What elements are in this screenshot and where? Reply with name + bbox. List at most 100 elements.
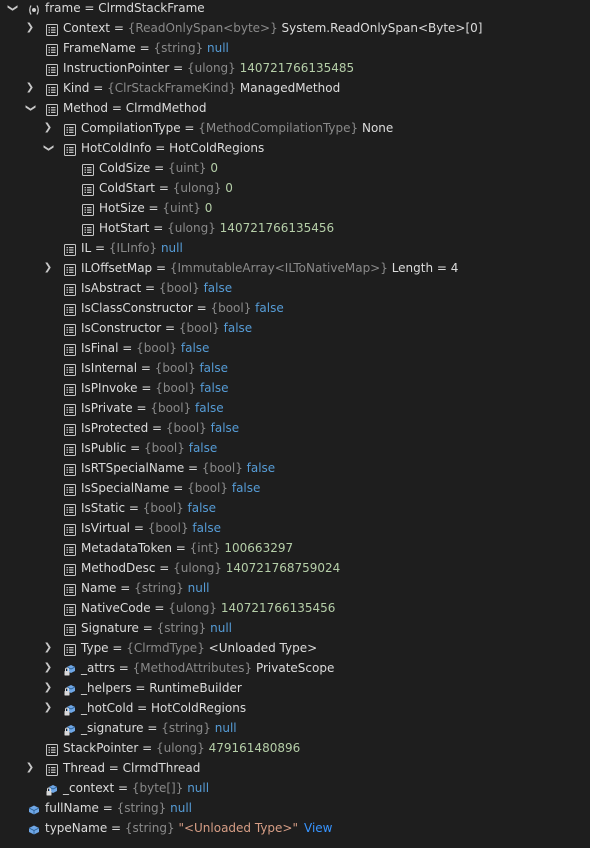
- variable-value: false: [246, 461, 276, 475]
- tree-row-field-context[interactable]: _context = {byte[]} null: [0, 778, 590, 798]
- tree-row-isrtspecialname[interactable]: IsRTSpecialName = {bool} false: [0, 458, 590, 478]
- collapsed-chevron-icon[interactable]: ❯: [24, 18, 36, 38]
- collapsed-chevron-icon[interactable]: ❯: [42, 678, 54, 698]
- field-icon: [28, 802, 40, 815]
- tree-row-instructionpointer[interactable]: InstructionPointer = {ulong} 14072176613…: [0, 58, 590, 78]
- tree-row-isabstract[interactable]: IsAbstract = {bool} false: [0, 278, 590, 298]
- property-icon: [64, 142, 76, 156]
- property-icon: [64, 582, 76, 596]
- expanded-chevron-icon[interactable]: ❯: [2, 2, 22, 14]
- row-text: InstructionPointer = {ulong} 14072176613…: [63, 58, 354, 78]
- property-icon: [82, 202, 94, 216]
- tree-row-isfinal[interactable]: IsFinal = {bool} false: [0, 338, 590, 358]
- tree-row-method[interactable]: ❯ Method = ClrmdMethod: [0, 98, 590, 118]
- equals-sign: =: [151, 141, 170, 155]
- variable-value: 140721768759024: [225, 561, 341, 575]
- tree-row-thread[interactable]: ❯ Thread = ClrmdThread: [0, 758, 590, 778]
- tree-row-iloffsetmap[interactable]: ❯ ILOffsetMap = {ImmutableArray<ILToNativ…: [0, 258, 590, 278]
- equals-sign: =: [171, 541, 190, 555]
- variable-name: MethodDesc: [81, 561, 156, 575]
- variable-value: false: [199, 361, 228, 375]
- tree-row-frame[interactable]: ❯ frame = ClrmdStackFrame: [0, 0, 590, 18]
- variable-value: false: [180, 341, 210, 355]
- equals-sign: =: [184, 461, 202, 475]
- collapsed-chevron-icon[interactable]: ❯: [24, 78, 36, 98]
- view-link[interactable]: View: [304, 821, 332, 835]
- collapsed-chevron-icon[interactable]: ❯: [42, 638, 54, 658]
- variable-value: "<Unloaded Type>": [178, 821, 298, 835]
- row-text: MetadataToken = {int} 100663297: [81, 538, 293, 558]
- tree-row-typename[interactable]: typeName = {string} "<Unloaded Type>" Vie…: [0, 818, 590, 838]
- property-icon: [82, 182, 94, 196]
- tree-row-field-signature[interactable]: _signature = {string} null: [0, 718, 590, 738]
- tree-row-kind[interactable]: ❯ Kind = {ClrStackFrameKind} ManagedMetho…: [0, 78, 590, 98]
- variable-value: 479161480896: [208, 741, 301, 755]
- tree-row-isspecialname[interactable]: IsSpecialName = {bool} false: [0, 478, 590, 498]
- variable-name: IsProtected: [81, 421, 149, 435]
- tree-row-methoddesc[interactable]: MethodDesc = {ulong} 140721768759024: [0, 558, 590, 578]
- tree-row-hotcoldinfo[interactable]: ❯ HotColdInfo = HotColdRegions: [0, 138, 590, 158]
- equals-sign: =: [98, 801, 117, 815]
- variable-value: false: [199, 381, 229, 395]
- property-icon: [64, 262, 76, 276]
- tree-row-name[interactable]: Name = {string} null: [0, 578, 590, 598]
- tree-row-isstatic[interactable]: IsStatic = {bool} false: [0, 498, 590, 518]
- property-icon: [64, 362, 76, 376]
- collapsed-chevron-icon[interactable]: ❯: [42, 658, 54, 678]
- row-text: Method = ClrmdMethod: [63, 98, 206, 118]
- equals-sign: =: [108, 101, 126, 115]
- expanded-chevron-icon[interactable]: ❯: [20, 102, 40, 114]
- tree-row-coldstart[interactable]: ColdStart = {ulong} 0: [0, 178, 590, 198]
- tree-row-field-helpers[interactable]: ❯ _helpers = RuntimeBuilder: [0, 678, 590, 698]
- variable-name: ILOffsetMap: [81, 261, 153, 275]
- equals-sign: =: [152, 261, 170, 275]
- equals-sign: =: [114, 781, 132, 795]
- property-icon: [64, 122, 76, 136]
- tree-row-context[interactable]: ❯ Context = {ReadOnlySpan<byte>} System.R…: [0, 18, 590, 38]
- tree-row-compilationtype[interactable]: ❯ CompilationType = {MethodCompilationTyp…: [0, 118, 590, 138]
- tree-row-isprivate[interactable]: IsPrivate = {bool} false: [0, 398, 590, 418]
- variable-value: RuntimeBuilder: [149, 681, 242, 695]
- equals-sign: =: [137, 361, 155, 375]
- row-text: FrameName = {string} null: [63, 38, 229, 58]
- tree-row-hotstart[interactable]: HotStart = {ulong} 140721766135456: [0, 218, 590, 238]
- tree-row-coldsize[interactable]: ColdSize = {uint} 0: [0, 158, 590, 178]
- variable-value: 140721766135485: [239, 61, 355, 75]
- tree-row-isinternal[interactable]: IsInternal = {bool} false: [0, 358, 590, 378]
- row-text: _context = {byte[]} null: [63, 778, 209, 798]
- tree-row-isconstructor[interactable]: IsConstructor = {bool} false: [0, 318, 590, 338]
- tree-row-il[interactable]: IL = {ILInfo} null: [0, 238, 590, 258]
- tree-row-isclassconstructor[interactable]: IsClassConstructor = {bool} false: [0, 298, 590, 318]
- row-text: IsFinal = {bool} false: [81, 338, 209, 358]
- property-icon: [64, 642, 76, 656]
- tree-row-field-hotcold[interactable]: ❯ _hotCold = HotColdRegions: [0, 698, 590, 718]
- collapsed-chevron-icon[interactable]: ❯: [42, 258, 54, 278]
- tree-row-field-attrs[interactable]: ❯ _attrs = {MethodAttributes} PrivateScop…: [0, 658, 590, 678]
- collapsed-chevron-icon[interactable]: ❯: [24, 758, 36, 778]
- tree-row-ispinvoke[interactable]: IsPInvoke = {bool} false: [0, 378, 590, 398]
- collapsed-chevron-icon[interactable]: ❯: [42, 118, 54, 138]
- collapsed-chevron-icon[interactable]: ❯: [42, 698, 54, 718]
- tree-row-nativecode[interactable]: NativeCode = {ulong} 140721766135456: [0, 598, 590, 618]
- tree-row-isprotected[interactable]: IsProtected = {bool} false: [0, 418, 590, 438]
- equals-sign: =: [143, 721, 162, 735]
- expanded-chevron-icon[interactable]: ❯: [38, 142, 58, 154]
- variable-value: 0: [225, 181, 233, 195]
- tree-row-fullname[interactable]: fullName = {string} null: [0, 798, 590, 818]
- tree-row-isvirtual[interactable]: IsVirtual = {bool} false: [0, 518, 590, 538]
- tree-row-framename[interactable]: FrameName = {string} null: [0, 38, 590, 58]
- tree-row-ispublic[interactable]: IsPublic = {bool} false: [0, 438, 590, 458]
- tree-row-signature[interactable]: Signature = {string} null: [0, 618, 590, 638]
- equals-sign: =: [150, 601, 169, 615]
- equals-sign: =: [118, 341, 137, 355]
- row-text: IsInternal = {bool} false: [81, 358, 228, 378]
- tree-row-metadatatoken[interactable]: MetadataToken = {int} 100663297: [0, 538, 590, 558]
- equals-sign: =: [169, 61, 188, 75]
- property-icon: [82, 222, 94, 236]
- property-icon: [46, 62, 58, 76]
- row-text: Name = {string} null: [81, 578, 210, 598]
- tree-row-stackpointer[interactable]: StackPointer = {ulong} 479161480896: [0, 738, 590, 758]
- tree-row-type[interactable]: ❯ Type = {ClrmdType} <Unloaded Type>: [0, 638, 590, 658]
- variable-value: Length = 4: [391, 261, 459, 275]
- tree-row-hotsize[interactable]: HotSize = {uint} 0: [0, 198, 590, 218]
